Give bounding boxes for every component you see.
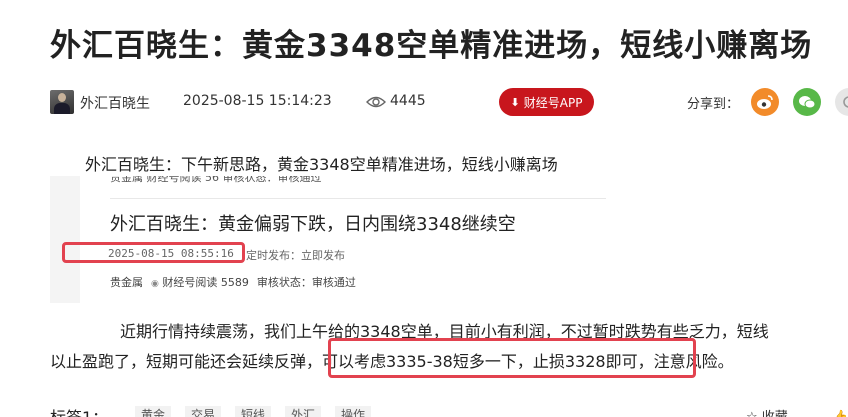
wechat-share-button[interactable]	[793, 88, 821, 116]
weibo-icon	[757, 95, 773, 109]
tag-item[interactable]: 外汇	[285, 406, 322, 417]
tags-bar: 标签1： 黄金 交易 短线 外汇 操作 ☆ 收藏 👍 赞	[50, 402, 848, 417]
tag-item[interactable]: 短线	[235, 406, 272, 417]
collect-button[interactable]: ☆ 收藏	[746, 406, 788, 417]
more-share-icon	[843, 96, 848, 108]
advice-highlight-box	[328, 338, 696, 378]
article-meta: 外汇百晓生 2025-08-15 15:14:23 4445 ⬇ 财经号APP …	[50, 88, 848, 116]
date-highlight-box	[62, 242, 245, 263]
praise-button[interactable]: 👍 赞	[832, 406, 848, 417]
embedded-review: 审核状态：审核通过	[256, 276, 356, 289]
divider	[110, 198, 606, 199]
publish-time: 2025-08-15 15:14:23	[183, 93, 332, 109]
eye-icon	[366, 94, 386, 110]
embedded-schedule: 定时发布：立即发布	[246, 249, 345, 262]
more-share-button[interactable]	[835, 88, 848, 116]
view-count: 4445	[390, 93, 426, 109]
wechat-icon	[799, 96, 816, 109]
eye-icon: ◉	[151, 279, 159, 289]
weibo-share-button[interactable]	[751, 88, 779, 116]
app-download-button[interactable]: ⬇ 财经号APP	[499, 88, 594, 116]
author-name[interactable]: 外汇百晓生	[80, 93, 150, 113]
tag-item[interactable]: 黄金	[135, 406, 172, 417]
app-button-label: 财经号APP	[523, 95, 583, 110]
embedded-reads: ◉ 财经号阅读 5589	[151, 274, 249, 290]
share-label: 分享到：	[687, 97, 740, 112]
embedded-stats: 贵金属 ◉ 财经号阅读 5589 审核状态：审核通过	[110, 274, 356, 290]
embedded-title: 外汇百晓生：黄金偏弱下跌，日内围绕3348继续空	[110, 214, 516, 235]
embedded-category: 贵金属	[110, 276, 143, 289]
embedded-reads-text: 财经号阅读 5589	[162, 276, 249, 289]
image-caption: 外汇百晓生：下午新思路，黄金3348空单精准进场，短线小赚离场	[85, 155, 558, 174]
embedded-cut-row: 贵金属 财经号阅读 56 审核状态：审核通过	[110, 176, 322, 184]
author-avatar[interactable]	[50, 90, 74, 114]
tags-label: 标签1：	[50, 404, 108, 417]
tag-item[interactable]: 交易	[185, 406, 222, 417]
tag-item[interactable]: 操作	[335, 406, 372, 417]
article-title: 外汇百晓生：黄金3348空单精准进场，短线小赚离场	[50, 28, 813, 64]
download-icon: ⬇	[510, 95, 520, 109]
embedded-screenshot: 贵金属 财经号阅读 56 审核状态：审核通过 外汇百晓生：黄金偏弱下跌，日内围绕…	[50, 176, 610, 303]
